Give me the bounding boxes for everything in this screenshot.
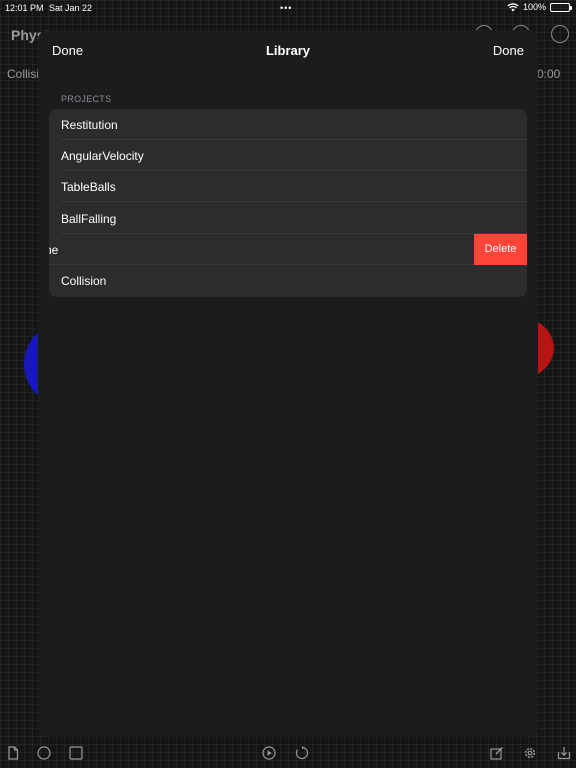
export-icon[interactable]: [557, 746, 571, 760]
reset-icon[interactable]: [295, 746, 309, 760]
status-bar: 12:01 PM Sat Jan 22 ••• 100%: [0, 0, 576, 16]
edit-icon[interactable]: [490, 746, 504, 760]
wifi-icon: [507, 2, 519, 11]
status-time: 12:01 PM: [5, 3, 44, 13]
settings-icon[interactable]: [523, 746, 537, 760]
row-divider: [61, 201, 527, 202]
battery-icon: [550, 2, 572, 12]
status-date: Sat Jan 22: [49, 3, 93, 13]
list-item-label: TableBalls: [61, 180, 116, 194]
circle-shape-icon[interactable]: [37, 746, 51, 760]
play-icon[interactable]: [262, 746, 276, 760]
timer-readout: 0:00: [537, 67, 561, 81]
list-item-label: Restitution: [61, 118, 118, 132]
list-item-label: BallFalling: [61, 212, 117, 226]
list-item-swiped[interactable]: ne Delete: [49, 234, 527, 265]
square-shape-icon[interactable]: [69, 746, 83, 760]
list-item[interactable]: Restitution: [49, 109, 527, 140]
done-button-right[interactable]: Done: [493, 43, 524, 58]
delete-button[interactable]: Delete: [474, 234, 527, 265]
multitasking-dots[interactable]: •••: [280, 3, 292, 13]
list-item[interactable]: Collision: [49, 265, 527, 296]
projects-list: Restitution AngularVelocity TableBalls B…: [49, 109, 527, 297]
bottom-toolbar: [0, 737, 576, 768]
list-item[interactable]: AngularVelocity: [49, 140, 527, 171]
list-item[interactable]: TableBalls: [49, 171, 527, 202]
battery-percent: 100%: [522, 2, 546, 12]
library-modal: Done Library Done PROJECTS Restitution A…: [38, 30, 538, 737]
list-item-label: ne: [49, 243, 59, 257]
list-item-label: AngularVelocity: [61, 149, 144, 163]
document-icon[interactable]: [6, 746, 20, 760]
list-item[interactable]: BallFalling: [49, 203, 527, 234]
section-header-projects: PROJECTS: [61, 94, 112, 104]
modal-title: Library: [265, 43, 311, 58]
nav-bar: Done Library Done: [38, 30, 538, 70]
list-item-label: Collision: [61, 274, 107, 288]
info-icon[interactable]: [551, 25, 569, 43]
status-right: 100%: [507, 2, 572, 12]
